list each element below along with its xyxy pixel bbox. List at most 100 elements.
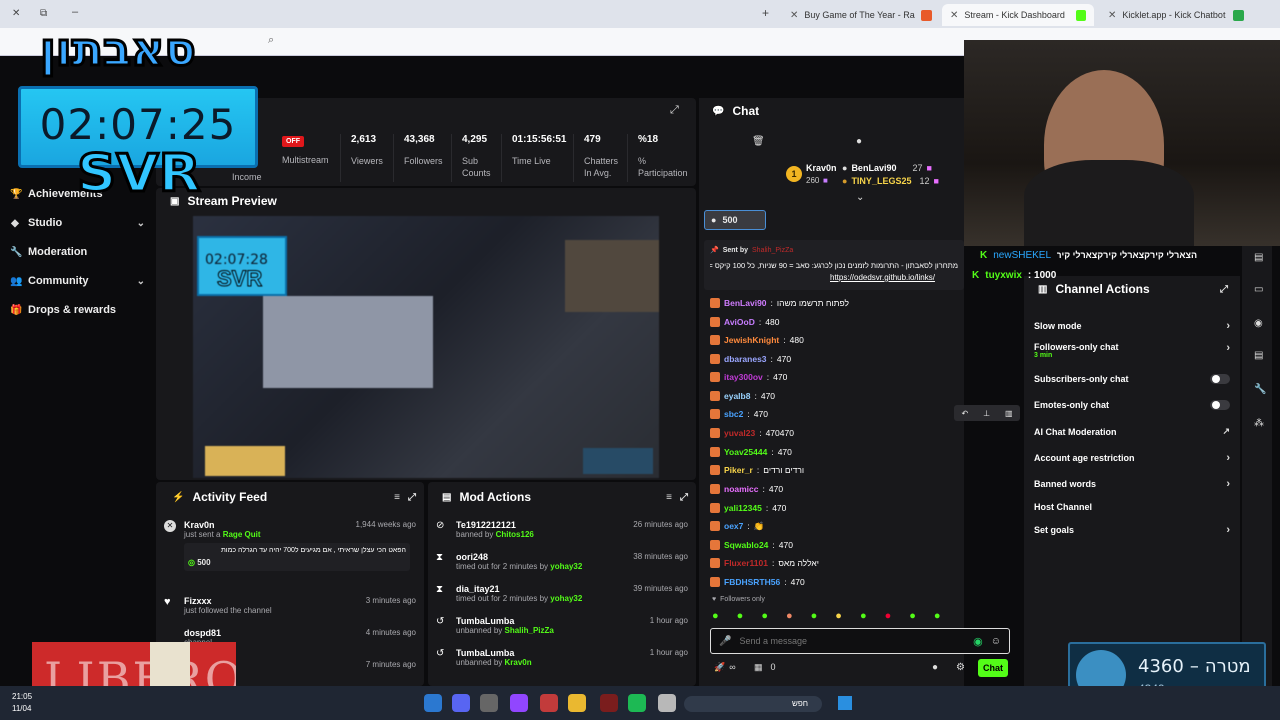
action-account-age[interactable]: Account age restriction › <box>1034 452 1230 464</box>
twitch-icon[interactable] <box>510 694 528 712</box>
emote-bar[interactable]: ● ● ● ● ● ● ● ● ● ● <box>712 610 1012 624</box>
chat-message[interactable]: oex7: 👏 <box>710 519 764 533</box>
chat-username[interactable]: sbc2 <box>724 409 743 419</box>
emote-icon[interactable]: ● <box>835 610 842 624</box>
emote-icon[interactable]: ● <box>737 610 744 624</box>
collapse-icon[interactable]: ⌄ <box>856 192 864 203</box>
tab-close-icon[interactable]: ✕ <box>790 10 798 21</box>
spotify-icon[interactable] <box>628 694 646 712</box>
chat-username[interactable]: itay300ov <box>724 372 763 382</box>
action-set-goals[interactable]: Set goals › <box>1034 524 1230 536</box>
chat-message[interactable]: dbaranes3:470 <box>710 352 791 366</box>
filter-icon[interactable]: ≡ <box>666 492 672 503</box>
emote-icon[interactable]: ● <box>811 610 818 624</box>
chat-username[interactable]: FBDHSRTH56 <box>724 577 780 587</box>
restore-icon[interactable]: ⧉ <box>40 8 47 19</box>
document-icon[interactable]: ▤ <box>1254 350 1263 361</box>
sidebar-item-drops[interactable]: 🎁 Drops & rewards <box>10 300 145 320</box>
emote-icon[interactable]: ● <box>761 610 768 624</box>
tab-game-of-year[interactable]: ✕ Buy Game of The Year - Rando <box>782 4 940 26</box>
chat-username[interactable]: JewishKnight <box>724 335 779 345</box>
mod-by[interactable]: yohay32 <box>550 594 582 603</box>
action-subscribers-only[interactable]: Subscribers-only chat <box>1034 374 1230 384</box>
chat-message[interactable]: Fluxer1101: יאללה מאס <box>710 556 819 570</box>
stream-preview-video[interactable]: 02:07:28 SVR <box>193 216 659 478</box>
expand-icon[interactable]: ⤢ <box>1220 284 1228 295</box>
pin-icon[interactable]: ⊥ <box>983 409 990 418</box>
points-counter[interactable]: ▦ 0 <box>754 662 776 673</box>
minimize-icon[interactable]: – <box>72 6 78 18</box>
kicks-pill[interactable]: ● 500 <box>704 210 766 230</box>
chat-message[interactable]: Piker_r: ורדים ורדים <box>710 463 804 477</box>
chat-username[interactable]: yuval23 <box>724 428 755 438</box>
action-slow-mode[interactable]: Slow mode › <box>1034 320 1230 332</box>
sidebar-item-studio[interactable]: ◆ Studio ⌄ <box>10 213 145 233</box>
emote-icon[interactable]: ● <box>712 610 719 624</box>
wrench-icon[interactable]: 🔧 <box>1254 384 1266 395</box>
chat-message[interactable]: JewishKnight:480 <box>710 333 804 347</box>
explorer-icon[interactable] <box>658 694 676 712</box>
toggle-switch[interactable] <box>1210 400 1230 410</box>
emote-icon[interactable]: ● <box>909 610 916 624</box>
sidebar-item-community[interactable]: 👥 Community ⌄ <box>10 271 145 291</box>
action-ai-moderation[interactable]: AI Chat Moderation ↗ <box>1034 426 1230 437</box>
chat-message[interactable]: noamicc:470 <box>710 482 783 496</box>
toggle-switch[interactable] <box>1210 374 1230 384</box>
emote-icon[interactable]: ● <box>786 610 793 624</box>
chat-message[interactable]: AviOoD:480 <box>710 315 779 329</box>
mod-by[interactable]: Chitos126 <box>496 530 534 539</box>
chat-username[interactable]: Piker_r <box>724 465 753 475</box>
chat-bubble-icon[interactable]: ● <box>932 662 938 673</box>
rocket-icon[interactable]: 🚀 <box>714 662 725 673</box>
chat-message[interactable]: FBDHSRTH56:470 <box>710 575 805 589</box>
chat-username[interactable]: oex7 <box>724 521 743 531</box>
chat-bubble-icon[interactable]: ● <box>856 136 862 147</box>
filter-icon[interactable]: ≡ <box>394 492 400 503</box>
emote-icon[interactable]: ● <box>860 610 867 624</box>
emoji-icon[interactable]: ☺ <box>991 636 1001 647</box>
expand-icon[interactable]: ⤢ <box>408 492 416 503</box>
send-chat-button[interactable]: Chat <box>978 659 1008 677</box>
obs-icon[interactable] <box>600 694 618 712</box>
chat-message-input[interactable] <box>739 636 966 646</box>
emote-icon[interactable]: ● <box>885 610 892 624</box>
chat-username[interactable]: Fluxer1101 <box>724 558 768 568</box>
sidebar-item-moderation[interactable]: 🔧 Moderation <box>10 242 145 262</box>
chat-message[interactable]: BenLavi90: לפתוח תרשמו משהו <box>710 296 849 310</box>
chat-message[interactable]: Yoav25444:470 <box>710 445 792 459</box>
expand-icon[interactable]: ⤢ <box>670 104 679 117</box>
chat-username[interactable]: eyalb8 <box>724 391 750 401</box>
chat-username[interactable]: BenLavi90 <box>724 298 767 308</box>
chat-message[interactable]: yali12345:470 <box>710 501 786 515</box>
new-tab-icon[interactable]: + <box>762 6 769 20</box>
telegram-icon[interactable] <box>424 694 442 712</box>
chat-username[interactable]: AviOoD <box>724 317 755 327</box>
discord-icon[interactable] <box>452 694 470 712</box>
close-window-icon[interactable]: ✕ <box>12 8 20 19</box>
windows-start-icon[interactable] <box>838 696 852 710</box>
apps-icon[interactable]: ⁂ <box>1254 418 1264 429</box>
chat-username[interactable]: noamicc <box>724 484 759 494</box>
tab-close-icon[interactable]: ✕ <box>950 10 958 21</box>
reply-icon[interactable]: ↶ <box>961 409 968 418</box>
trash-icon[interactable]: ▥ <box>1005 409 1013 418</box>
chat-username[interactable]: yali12345 <box>724 503 762 513</box>
panel-icon[interactable]: ▤ <box>1254 252 1263 263</box>
action-emotes-only[interactable]: Emotes-only chat <box>1034 400 1230 410</box>
chat-bubble-icon[interactable]: ▭ <box>1254 284 1263 295</box>
mic-icon[interactable]: 🎤 <box>719 636 731 647</box>
action-banned-words[interactable]: Banned words › <box>1034 478 1230 490</box>
tab-kick-dashboard[interactable]: ✕ Stream - Kick Dashboard <box>942 4 1094 26</box>
chat-message[interactable]: Sqwablo24:470 <box>710 538 793 552</box>
mod-by[interactable]: Shalih_PizZa <box>505 626 554 635</box>
trash-icon[interactable]: 🗑 <box>752 136 765 147</box>
infinity-icon[interactable]: ∞ <box>729 662 735 673</box>
chat-message[interactable]: itay300ov:470 <box>710 370 787 384</box>
tab-close-icon[interactable]: ✕ <box>1108 10 1116 21</box>
action-followers-only[interactable]: Followers-only chat 3 min › <box>1034 342 1230 364</box>
chat-username[interactable]: dbaranes3 <box>724 354 767 364</box>
mod-by[interactable]: yohay32 <box>550 562 582 571</box>
emote-icon[interactable]: ● <box>934 610 941 624</box>
multistream-stat[interactable]: OFF Multistream <box>276 134 334 182</box>
chat-message[interactable]: eyalb8:470 <box>710 389 775 403</box>
